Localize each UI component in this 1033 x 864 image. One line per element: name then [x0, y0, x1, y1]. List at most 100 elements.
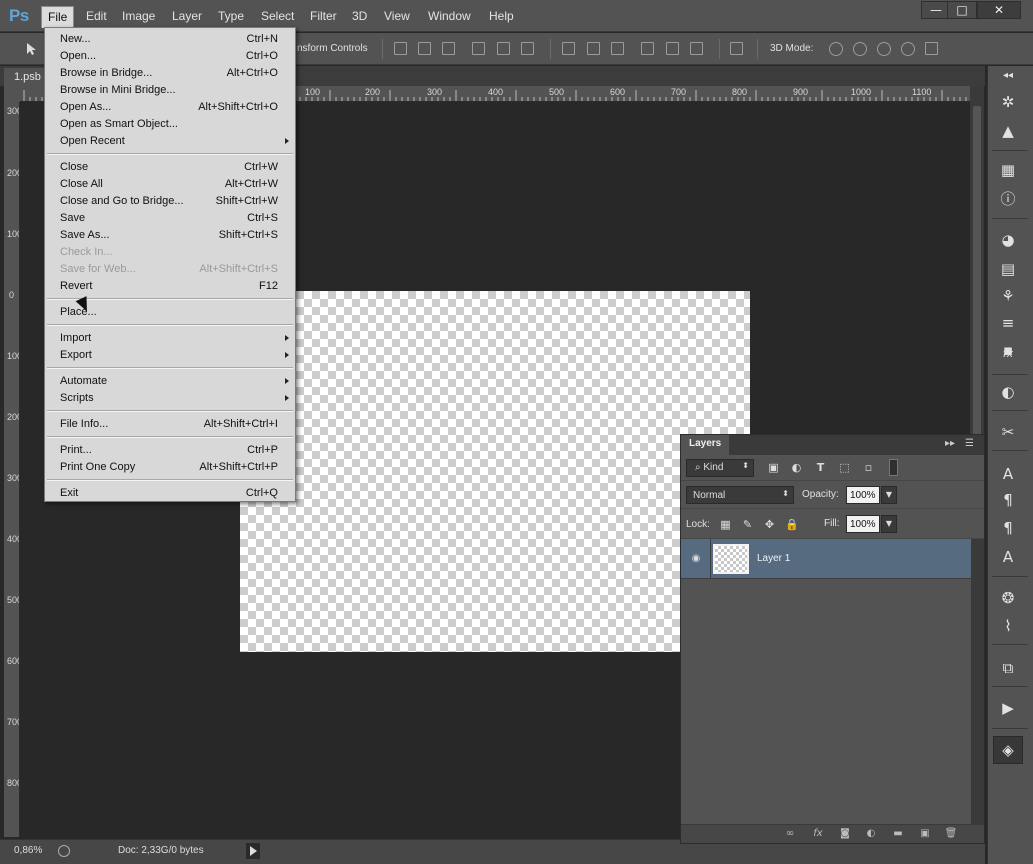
document-canvas[interactable]	[240, 291, 750, 652]
file-menu-item[interactable]: Close Ctrl+W	[45, 159, 295, 176]
zoom-level[interactable]: 0,86%	[14, 845, 42, 856]
blend-mode-select[interactable]: Normal ⬍	[686, 486, 794, 504]
history-icon[interactable]: ⧉	[997, 658, 1019, 678]
opacity-input[interactable]: 100%	[846, 486, 880, 504]
status-info-icon[interactable]	[58, 845, 70, 857]
menu-layer[interactable]: Layer	[172, 9, 202, 23]
info-icon[interactable]: ⓘ	[997, 189, 1019, 209]
layer-thumbnail[interactable]	[713, 544, 749, 574]
file-menu-item[interactable]: New... Ctrl+N	[45, 31, 295, 48]
3d-roll-icon[interactable]	[853, 42, 867, 56]
tool-presets-icon[interactable]: ✂	[997, 422, 1019, 442]
file-menu-item[interactable]: Save As... Shift+Ctrl+S	[45, 227, 295, 244]
file-menu-item[interactable]: Automate	[45, 373, 295, 390]
histogram-icon[interactable]: ▲	[997, 121, 1019, 141]
ruler-corner[interactable]	[4, 86, 20, 102]
filter-shape-icon[interactable]: ⬚	[838, 461, 851, 474]
layers-tab[interactable]: Layers	[681, 435, 730, 455]
filter-pixel-icon[interactable]: ▣	[767, 461, 780, 474]
distribute-top-icon[interactable]	[562, 42, 575, 55]
file-menu-item[interactable]: Open As... Alt+Shift+Ctrl+O	[45, 99, 295, 116]
menu-window[interactable]: Window	[428, 9, 471, 23]
menu-select[interactable]: Select	[261, 9, 294, 23]
character-icon[interactable]: A	[997, 464, 1019, 484]
filter-smart-object-icon[interactable]: ▫	[862, 461, 875, 474]
filter-toggle[interactable]	[889, 459, 898, 476]
menu-view[interactable]: View	[384, 9, 410, 23]
align-bottom-icon[interactable]	[442, 42, 455, 55]
filter-kind-select[interactable]: ⌕ Kind ⬍	[686, 459, 754, 477]
align-right-icon[interactable]	[521, 42, 534, 55]
status-arrow-icon[interactable]	[250, 846, 257, 856]
close-button[interactable]: ✕	[977, 1, 1021, 19]
distribute-vcenter-icon[interactable]	[587, 42, 600, 55]
actions-play-icon[interactable]: ▶	[997, 698, 1019, 718]
add-mask-icon[interactable]: ◙	[838, 827, 852, 841]
3d-rotate-icon[interactable]	[829, 42, 843, 56]
styles-fx-icon[interactable]: fx	[997, 344, 1019, 364]
lock-position-icon[interactable]: ✥	[763, 518, 776, 531]
3d-slide-icon[interactable]	[901, 42, 915, 56]
expand-panels-icon[interactable]: ◂◂	[997, 66, 1019, 86]
menu-edit[interactable]: Edit	[86, 9, 107, 23]
menu-help[interactable]: Help	[489, 9, 514, 23]
channels-icon[interactable]: ❂	[997, 588, 1019, 608]
layer-row[interactable]: ◉ Layer 1	[681, 539, 971, 579]
brush-icon[interactable]: ⚘	[997, 286, 1019, 306]
new-group-icon[interactable]: ▬	[891, 827, 905, 841]
layers-panel-icon[interactable]: ◈	[993, 736, 1023, 764]
file-menu-item[interactable]: Open... Ctrl+O	[45, 48, 295, 65]
character-styles-icon[interactable]: A	[997, 547, 1019, 567]
3d-pan-icon[interactable]	[877, 42, 891, 56]
file-menu-item[interactable]: Revert F12	[45, 278, 295, 295]
opacity-dropdown-icon[interactable]: ▼	[881, 486, 897, 504]
distribute-right-icon[interactable]	[690, 42, 703, 55]
link-layers-icon[interactable]: ∞	[783, 827, 797, 841]
align-top-icon[interactable]	[394, 42, 407, 55]
layer-style-fx-icon[interactable]: fx	[811, 827, 825, 841]
menu-image[interactable]: Image	[122, 9, 155, 23]
file-menu-item[interactable]: Open Recent	[45, 133, 295, 150]
paragraph-icon[interactable]: ¶	[997, 490, 1019, 510]
maximize-button[interactable]: □	[947, 1, 977, 19]
layer-list-scrollbar[interactable]	[971, 539, 984, 824]
lock-paint-icon[interactable]: ✎	[741, 518, 754, 531]
brush-presets-icon[interactable]: ≡	[997, 313, 1019, 333]
menu-type[interactable]: Type	[218, 9, 244, 23]
distribute-left-icon[interactable]	[641, 42, 654, 55]
align-vcenter-icon[interactable]	[418, 42, 431, 55]
ruler-left[interactable]: 300 200 100 0 100 200 300 400 500 600 70…	[4, 102, 20, 837]
fill-dropdown-icon[interactable]: ▼	[881, 515, 897, 533]
align-hcenter-icon[interactable]	[497, 42, 510, 55]
file-menu-item[interactable]: Save Ctrl+S	[45, 210, 295, 227]
menu-filter[interactable]: Filter	[310, 9, 337, 23]
file-menu-item[interactable]: Print... Ctrl+P	[45, 442, 295, 459]
file-menu-item[interactable]: Export	[45, 347, 295, 364]
file-menu-item[interactable]: Browse in Mini Bridge...	[45, 82, 295, 99]
layer-name[interactable]: Layer 1	[757, 553, 790, 564]
swatches-icon[interactable]: ▤	[997, 259, 1019, 279]
menu-3d[interactable]: 3D	[352, 9, 367, 23]
visibility-eye-icon[interactable]: ◉	[689, 552, 703, 566]
paragraph-styles-icon[interactable]: ¶	[997, 518, 1019, 538]
filter-adjustment-icon[interactable]: ◐	[790, 461, 803, 474]
collapse-panel-icon[interactable]: ▸▸	[945, 438, 955, 449]
navigator-icon[interactable]: ✲	[997, 92, 1019, 112]
delete-layer-icon[interactable]: 🗑	[944, 827, 958, 841]
distribute-bottom-icon[interactable]	[611, 42, 624, 55]
move-tool-icon[interactable]	[25, 42, 38, 55]
distribute-hcenter-icon[interactable]	[666, 42, 679, 55]
color-icon[interactable]: ◕	[997, 230, 1019, 250]
file-menu-item[interactable]: File Info... Alt+Shift+Ctrl+I	[45, 416, 295, 433]
panel-menu-icon[interactable]: ☰	[965, 438, 974, 449]
file-menu-item[interactable]: Scripts	[45, 390, 295, 407]
file-menu-item[interactable]: Import	[45, 330, 295, 347]
lock-all-icon[interactable]: 🔒	[785, 518, 799, 531]
3d-scale-icon[interactable]	[925, 42, 938, 55]
fill-input[interactable]: 100%	[846, 515, 880, 533]
file-menu-item[interactable]: Exit Ctrl+Q	[45, 485, 295, 502]
adjustments-icon[interactable]: ◐	[997, 382, 1019, 402]
file-menu-item[interactable]: Print One Copy Alt+Shift+Ctrl+P	[45, 459, 295, 476]
paths-icon[interactable]: ⌇	[997, 616, 1019, 636]
align-left-icon[interactable]	[472, 42, 485, 55]
